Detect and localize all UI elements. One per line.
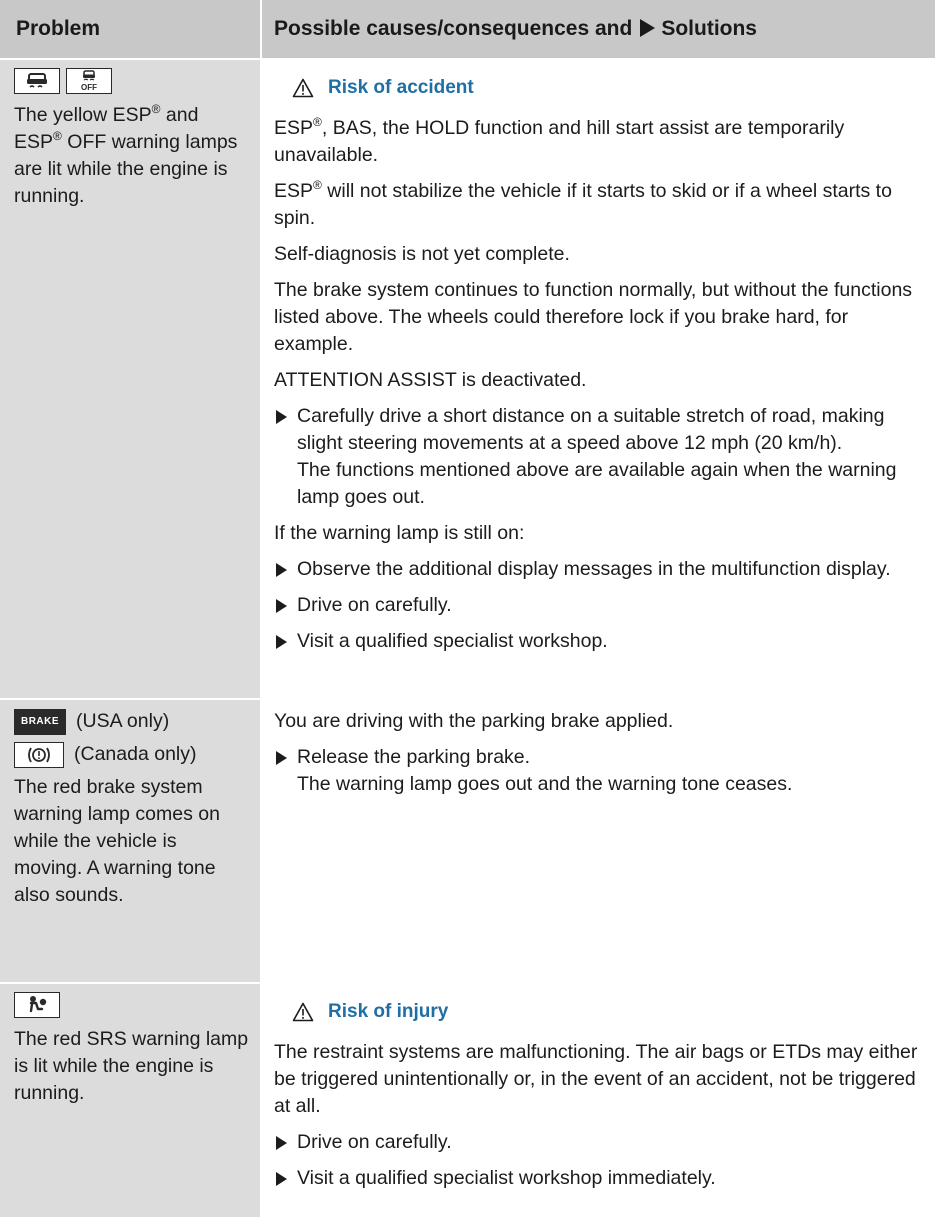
bullet-arrow-icon bbox=[276, 751, 287, 765]
action-step: Observe the additional display messages … bbox=[274, 556, 923, 583]
brake-circle-icon bbox=[14, 741, 64, 768]
solution-text: The restraint systems are malfunctioning… bbox=[274, 1041, 918, 1117]
problem-cell: OFF The yellow ESP® and ESP® OFF warning… bbox=[0, 60, 262, 698]
solution-text: Self-diagnosis is not yet complete. bbox=[274, 243, 570, 265]
header-solution-suffix: Solutions bbox=[661, 17, 757, 40]
bullet-arrow-icon bbox=[276, 635, 287, 649]
warning-title: Risk of accident bbox=[328, 77, 474, 98]
action-result: The warning lamp goes out and the warnin… bbox=[297, 773, 793, 795]
warning-heading: Risk of injury bbox=[292, 998, 923, 1025]
solution-text: If the warning lamp is still on: bbox=[274, 522, 525, 544]
solution-text: ESP® will not stabilize the vehicle if i… bbox=[274, 178, 892, 229]
warning-triangle-icon bbox=[292, 78, 314, 97]
warning-triangle-icon bbox=[292, 1002, 314, 1021]
problem-description: The red SRS warning lamp is lit while th… bbox=[14, 1028, 249, 1104]
action-step: Visit a qualified specialist workshop im… bbox=[274, 1165, 923, 1192]
table-row: The red SRS warning lamp is lit while th… bbox=[0, 984, 935, 1219]
arrow-right-icon bbox=[640, 19, 656, 37]
problem-description: The red brake system warning lamp comes … bbox=[14, 776, 220, 906]
action-step: Visit a qualified specialist workshop. bbox=[274, 628, 923, 655]
troubleshooting-table: Problem Possible causes/consequences and… bbox=[0, 0, 935, 1219]
action-step: Carefully drive a short distance on a su… bbox=[274, 403, 923, 511]
problem-cell: BRAKE (USA only) (Canada only) The red b… bbox=[0, 700, 262, 982]
action-step: Release the parking brake. The warning l… bbox=[274, 744, 923, 798]
svg-text:OFF: OFF bbox=[81, 83, 97, 92]
solution-text: ATTENTION ASSIST is deactivated. bbox=[274, 369, 587, 391]
action-step: Drive on carefully. bbox=[274, 592, 923, 619]
table-header: Problem Possible causes/consequences and… bbox=[0, 0, 935, 60]
bullet-arrow-icon bbox=[276, 410, 287, 424]
srs-icon bbox=[14, 992, 60, 1018]
action-step: Drive on carefully. bbox=[274, 1129, 923, 1156]
action-result: The functions mentioned above are availa… bbox=[297, 459, 897, 508]
bullet-arrow-icon bbox=[276, 599, 287, 613]
header-solution: Possible causes/consequences and Solutio… bbox=[262, 0, 935, 58]
problem-description: The yellow ESP® and ESP® OFF warning lam… bbox=[14, 102, 238, 207]
brake-icon: BRAKE bbox=[14, 708, 66, 735]
bullet-arrow-icon bbox=[276, 1172, 287, 1186]
problem-cell: The red SRS warning lamp is lit while th… bbox=[0, 984, 262, 1217]
bullet-arrow-icon bbox=[276, 1136, 287, 1150]
solution-cell: Risk of accident ESP®, BAS, the HOLD fun… bbox=[262, 60, 935, 698]
solution-text: You are driving with the parking brake a… bbox=[274, 710, 674, 732]
table-row: BRAKE (USA only) (Canada only) The red b… bbox=[0, 700, 935, 984]
solution-cell: Risk of injury The restraint systems are… bbox=[262, 984, 935, 1217]
header-solution-label: Possible causes/consequences and bbox=[274, 17, 633, 40]
warning-heading: Risk of accident bbox=[292, 74, 923, 101]
esp-off-icon: OFF bbox=[66, 68, 112, 94]
solution-text: The brake system continues to function n… bbox=[274, 279, 913, 355]
warning-title: Risk of injury bbox=[328, 1001, 449, 1022]
usa-note: (USA only) bbox=[76, 710, 170, 732]
canada-note: (Canada only) bbox=[74, 743, 197, 765]
solution-cell: You are driving with the parking brake a… bbox=[262, 700, 935, 982]
solution-text: ESP®, BAS, the HOLD function and hill st… bbox=[274, 115, 845, 166]
warning-symbols: OFF bbox=[14, 68, 250, 94]
bullet-arrow-icon bbox=[276, 563, 287, 577]
warning-symbols bbox=[14, 992, 250, 1018]
esp-icon bbox=[14, 68, 60, 94]
table-row: OFF The yellow ESP® and ESP® OFF warning… bbox=[0, 60, 935, 700]
header-problem: Problem bbox=[0, 0, 262, 58]
